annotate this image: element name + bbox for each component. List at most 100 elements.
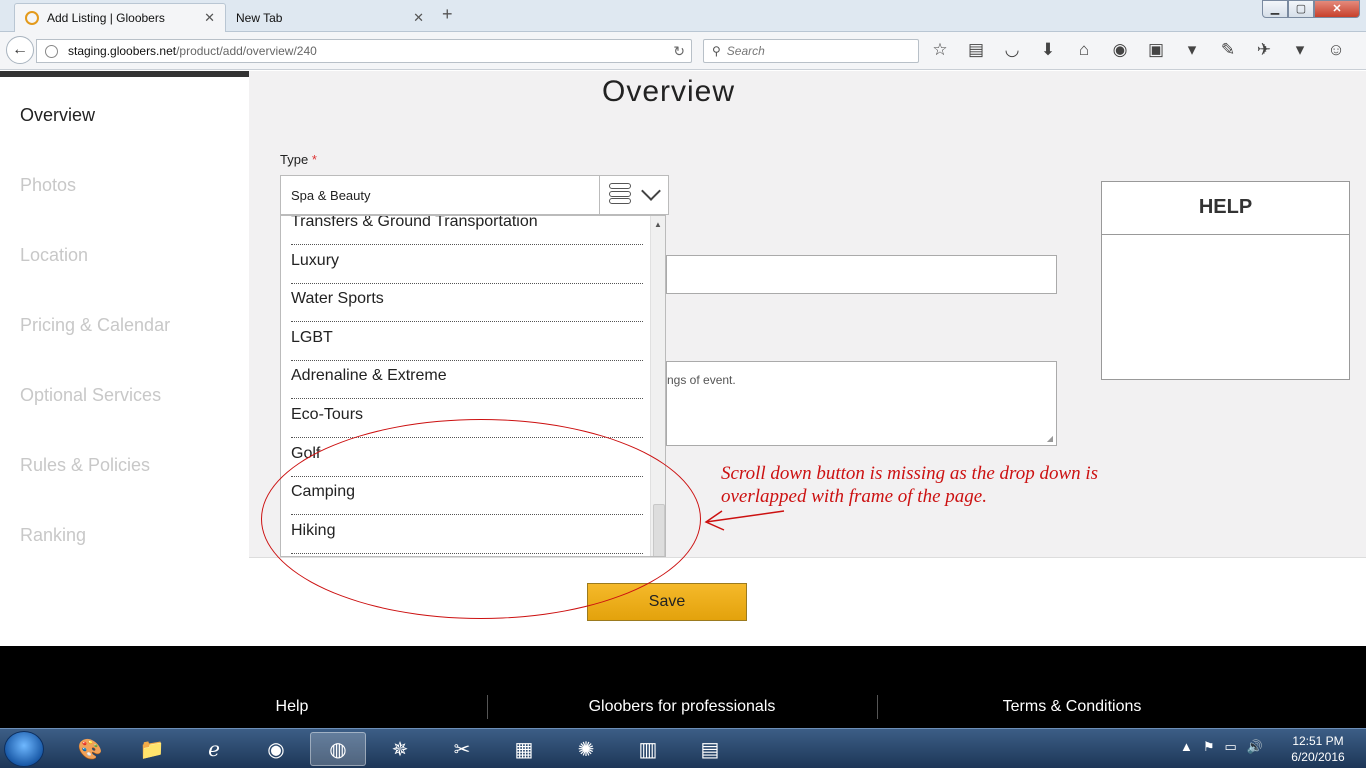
footer-link-professionals[interactable]: Gloobers for professionals (562, 698, 802, 716)
dropdown-option[interactable]: Golf (291, 439, 643, 477)
sidebar-item-pricing-calendar[interactable]: Pricing & Calendar (20, 315, 170, 336)
action-center-flag-icon[interactable]: ⚑ (1203, 739, 1215, 755)
close-window-button[interactable]: ✕ (1314, 0, 1360, 18)
help-title: HELP (1102, 182, 1349, 235)
type-select[interactable]: Spa & Beauty (280, 175, 669, 215)
type-label: Type * (280, 152, 317, 167)
reading-list-icon[interactable]: ▤ (964, 40, 988, 60)
download-icon[interactable]: ⬇ (1036, 40, 1060, 60)
word-icon[interactable]: ▤ (682, 732, 738, 766)
tray-expand-icon[interactable]: ▲ (1180, 739, 1193, 755)
dropdown-arrow-icon[interactable]: ▾ (1180, 40, 1204, 60)
new-extension-icon[interactable]: ▣ (1144, 40, 1168, 60)
tab-new-tab[interactable]: New Tab ✕ (226, 3, 434, 32)
url-host: staging.gloobers.net (68, 44, 177, 58)
search-input[interactable]: ⚲ Search (703, 39, 919, 63)
sidebar-item-photos[interactable]: Photos (20, 175, 76, 196)
internet-explorer-icon[interactable]: ℯ (186, 732, 242, 766)
close-tab-icon[interactable]: ✕ (204, 10, 215, 26)
start-button[interactable] (4, 731, 44, 767)
search-icon: ⚲ (712, 44, 721, 58)
sidebar-item-rules-policies[interactable]: Rules & Policies (20, 455, 150, 476)
tools-icon[interactable]: ✈ (1252, 40, 1276, 60)
excel-icon[interactable]: ▥ (620, 732, 676, 766)
dropdown-option[interactable]: Adrenaline & Extreme (291, 361, 643, 399)
save-button[interactable]: Save (587, 583, 747, 621)
dropdown-option[interactable]: Camping (291, 477, 643, 515)
reload-icon[interactable]: ↻ (673, 43, 685, 60)
footer-divider (487, 695, 488, 719)
sidebar: Overview Photos Location Pricing & Calen… (0, 71, 249, 646)
select-divider (599, 176, 600, 214)
system-tray: ▲ ⚑ ▭ 🔊 (1180, 739, 1263, 755)
tab-add-listing[interactable]: Add Listing | Gloobers ✕ (14, 3, 226, 32)
pen-icon[interactable]: ✎ (1216, 40, 1240, 60)
close-tab-icon[interactable]: ✕ (413, 10, 424, 26)
calculator-icon[interactable]: ▦ (496, 732, 552, 766)
dropdown-option[interactable]: Hiking (291, 516, 643, 554)
minimize-button[interactable]: ▁ (1262, 0, 1288, 18)
url-bar[interactable]: staging.gloobers.net /product/add/overvi… (36, 39, 692, 63)
dropdown-option[interactable]: Luxury (291, 246, 643, 284)
annotation-text: Scroll down button is missing as the dro… (721, 463, 1099, 507)
volume-icon[interactable]: 🔊 (1247, 739, 1263, 755)
dropdown-option[interactable]: Transfers & Ground Transportation (291, 216, 643, 245)
dropdown-option[interactable]: Water Sports (291, 284, 643, 322)
maximize-button[interactable]: ▢ (1288, 0, 1314, 18)
dropdown-scrollbar[interactable]: ▲ (650, 216, 665, 556)
snipping-tool-icon[interactable]: ✂ (434, 732, 490, 766)
back-button[interactable]: ← (6, 36, 34, 64)
network-icon[interactable]: ▭ (1225, 739, 1237, 755)
resize-handle-icon[interactable]: ◢ (1047, 434, 1053, 443)
splash-app-icon[interactable]: ✺ (558, 732, 614, 766)
clock-date: 6/20/2016 (1291, 750, 1345, 764)
file-explorer-icon[interactable]: 📁 (124, 732, 180, 766)
dropdown-option[interactable]: LGBT (291, 323, 643, 361)
gloobers-favicon-icon (25, 11, 39, 25)
clock-time: 12:51 PM (1292, 734, 1344, 748)
smiley-icon[interactable]: ☺ (1324, 40, 1348, 60)
site-footer: Help Gloobers for professionals Terms & … (0, 646, 1366, 728)
help-panel: HELP (1101, 181, 1350, 380)
paint-app-icon[interactable]: 🎨 (62, 732, 118, 766)
globe-icon (45, 44, 58, 58)
clock[interactable]: 12:51 PM 6/20/2016 (1280, 733, 1356, 765)
menu-hamburger-icon[interactable]: ≡ (1360, 40, 1366, 60)
page-content: Overview Photos Location Pricing & Calen… (0, 71, 1366, 646)
annotation-arrow-icon (704, 510, 785, 531)
safari-icon[interactable]: ✵ (372, 732, 428, 766)
pocket-icon[interactable]: ◡ (1000, 40, 1024, 60)
sidebar-item-location[interactable]: Location (20, 245, 88, 266)
dropdown-arrow-icon[interactable]: ▾ (1288, 40, 1312, 60)
tab-label: New Tab (236, 10, 283, 25)
type-dropdown-list[interactable]: Transfers & Ground Transportation Luxury… (280, 215, 666, 557)
browser-navbar: ← staging.gloobers.net /product/add/over… (0, 32, 1366, 70)
home-icon[interactable]: ⌂ (1072, 40, 1096, 60)
dropdown-option[interactable]: Eco-Tours (291, 400, 643, 438)
tab-label: Add Listing | Gloobers (47, 11, 165, 25)
chevron-down-icon[interactable] (641, 184, 661, 204)
scroll-up-arrow-icon[interactable]: ▲ (654, 220, 662, 229)
browser-titlebar: Add Listing | Gloobers ✕ New Tab ✕ + ▁ ▢… (0, 0, 1366, 32)
sidebar-item-ranking[interactable]: Ranking (20, 525, 86, 546)
type-select-value: Spa & Beauty (291, 188, 371, 203)
footer-link-terms[interactable]: Terms & Conditions (982, 698, 1162, 716)
description-textarea[interactable]: ngs of event. ◢ (666, 361, 1057, 446)
footer-link-help[interactable]: Help (244, 698, 340, 716)
new-tab-plus-icon[interactable]: + (442, 4, 453, 25)
sidebar-item-overview[interactable]: Overview (20, 105, 95, 126)
title-input[interactable] (666, 255, 1057, 294)
page-bottom-band (249, 557, 1366, 646)
scroll-thumb[interactable] (653, 504, 665, 556)
footer-divider (877, 695, 878, 719)
chrome-extension-icon[interactable]: ◉ (1108, 40, 1132, 60)
bookmark-star-icon[interactable]: ☆ (928, 40, 952, 60)
page-title: Overview (602, 75, 736, 108)
list-icon[interactable] (609, 183, 631, 207)
sidebar-item-optional-services[interactable]: Optional Services (20, 385, 161, 406)
chrome-icon[interactable]: ◉ (248, 732, 304, 766)
search-placeholder: Search (726, 44, 765, 58)
firefox-icon[interactable]: ◍ (310, 732, 366, 766)
toolbar-icons: ☆ ▤ ◡ ⬇ ⌂ ◉ ▣ ▾ ✎ ✈ ▾ ☺ ≡ (928, 40, 1366, 60)
required-marker: * (311, 152, 317, 167)
